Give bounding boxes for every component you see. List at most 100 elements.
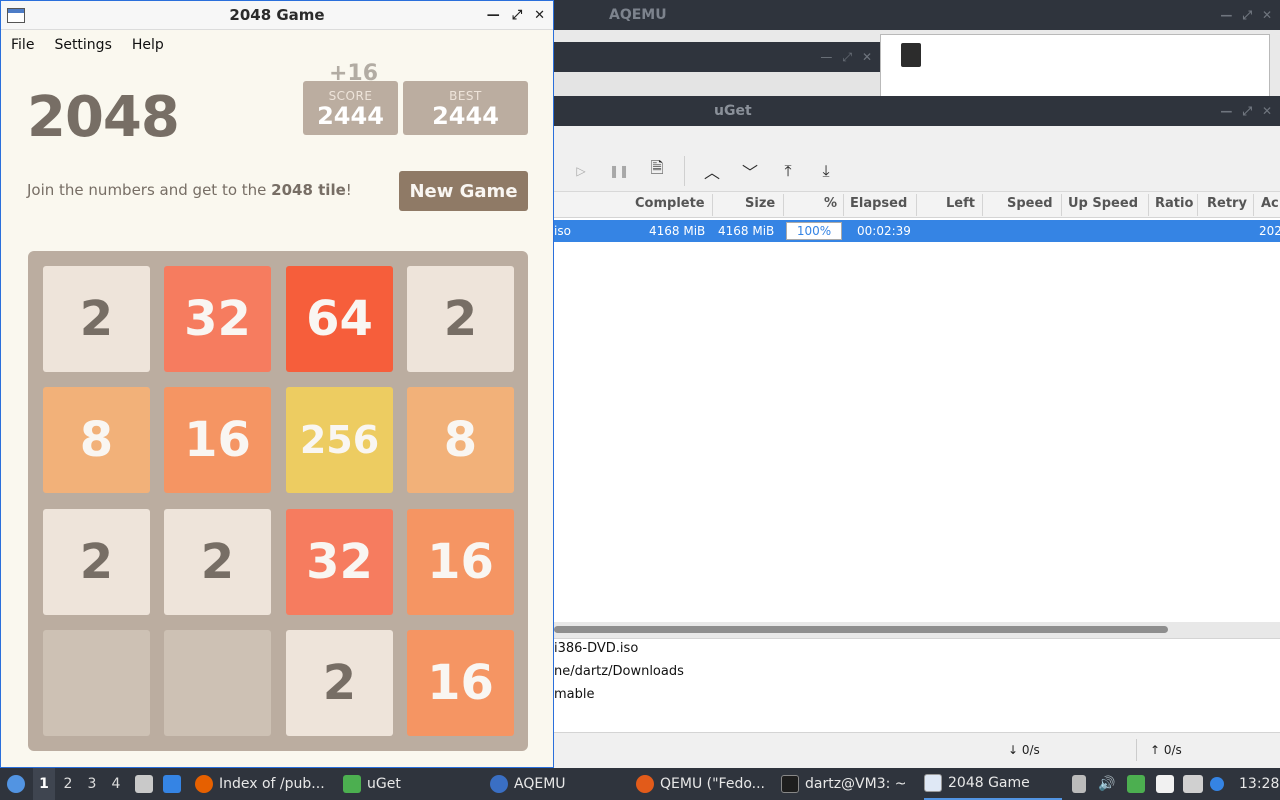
tray-uget[interactable] — [1127, 768, 1145, 800]
score-label: SCORE — [328, 89, 373, 103]
task-terminal-label: dartz@VM3: ~ — [805, 776, 907, 792]
tray-clipboard[interactable] — [1156, 768, 1174, 800]
minimize-icon[interactable]: — — [487, 8, 500, 23]
tile-2: 2 — [43, 509, 150, 615]
uget-titlebar[interactable]: uGet — ⤢ ✕ — [554, 96, 1280, 126]
uget-tray-icon — [1127, 775, 1145, 793]
move-up-icon[interactable]: ︿ — [697, 156, 727, 186]
minimize-icon[interactable]: — — [820, 50, 832, 64]
clock[interactable]: 13:28 — [1239, 768, 1279, 800]
tile-256: 256 — [286, 387, 393, 493]
close-icon[interactable]: ✕ — [1262, 8, 1272, 22]
tile-16: 16 — [407, 509, 514, 615]
workspace-2[interactable]: 2 — [57, 768, 79, 800]
upload-speed: ↑ 0/s — [1150, 743, 1182, 757]
column-percent[interactable]: % — [824, 196, 837, 211]
game-titlebar[interactable]: 2048 Game — ⤢ ✕ — [1, 1, 553, 30]
close-icon[interactable]: ✕ — [1262, 104, 1272, 118]
play-icon[interactable]: ▷ — [566, 156, 596, 186]
column-retry[interactable]: Retry — [1207, 196, 1247, 211]
download-details: i386-DVD.iso ne/dartz/Downloads mable — [554, 638, 1280, 730]
qemu-subwindow-titlebar[interactable]: — ⤢ ✕ — [554, 42, 880, 72]
task-uget-label: uGet — [367, 776, 401, 792]
tray-volume[interactable]: 🔊 — [1098, 768, 1115, 800]
workspace-1[interactable]: 1 — [33, 768, 55, 800]
maximize-icon[interactable]: ⤢ — [1242, 104, 1252, 119]
column-up-speed[interactable]: Up Speed — [1068, 196, 1138, 211]
task-qemu[interactable]: QEMU ("Fedo... — [636, 768, 765, 800]
menu-help[interactable]: Help — [132, 37, 164, 53]
column-speed[interactable]: Speed — [1007, 196, 1053, 211]
task-uget[interactable]: uGet — [343, 768, 401, 800]
best-value: 2444 — [432, 102, 499, 130]
workspace-3[interactable]: 3 — [81, 768, 103, 800]
start-menu-icon — [7, 775, 25, 793]
properties-icon[interactable]: 🗎 — [642, 156, 672, 186]
start-menu-button[interactable] — [4, 768, 28, 800]
move-top-icon[interactable]: ⤒ — [773, 156, 803, 186]
show-desktop-launcher[interactable] — [163, 768, 181, 800]
close-icon[interactable]: ✕ — [862, 50, 872, 64]
new-game-button[interactable]: New Game — [399, 171, 528, 211]
minimize-icon[interactable]: — — [1220, 104, 1232, 118]
tray-updates[interactable] — [1210, 768, 1224, 800]
column-size[interactable]: Size — [745, 196, 775, 211]
maximize-icon[interactable]: ⤢ — [1242, 8, 1252, 23]
task-aqemu-label: AQEMU — [514, 776, 566, 792]
task-2048-label: 2048 Game — [948, 775, 1030, 791]
tray-usb[interactable] — [1072, 768, 1086, 800]
game-logo: 2048 — [27, 85, 180, 150]
aqemu-titlebar[interactable]: AQEMU — ⤢ ✕ — [554, 0, 1280, 30]
task-aqemu[interactable]: AQEMU — [490, 768, 566, 800]
download-complete: 4168 MiB — [649, 224, 706, 238]
task-2048[interactable]: 2048 Game — [924, 768, 1062, 800]
best-label: BEST — [449, 89, 482, 103]
task-terminal[interactable]: dartz@VM3: ~ — [781, 768, 907, 800]
move-down-icon[interactable]: ﹀ — [735, 156, 765, 186]
window-app-icon — [7, 8, 25, 23]
detail-folder: ne/dartz/Downloads — [554, 664, 684, 679]
qemu-icon — [636, 775, 654, 793]
column-added[interactable]: Ac — [1261, 196, 1279, 211]
uget-window: uGet — ⤢ ✕ ▷ ❚❚ 🗎 ︿ ﹀ ⤒ ⤓ Complete Size … — [554, 96, 1280, 768]
network-icon — [1183, 775, 1203, 793]
aqemu-icon — [490, 775, 508, 793]
game-window: 2048 Game — ⤢ ✕ File Settings Help 2048 … — [0, 0, 554, 768]
tile-16: 16 — [407, 630, 514, 736]
column-left[interactable]: Left — [946, 196, 975, 211]
clipboard-icon — [1156, 775, 1174, 793]
horizontal-scrollbar[interactable] — [554, 622, 1280, 638]
task-qemu-label: QEMU ("Fedo... — [660, 776, 765, 792]
scrollbar-thumb[interactable] — [554, 626, 1168, 633]
column-ratio[interactable]: Ratio — [1155, 196, 1193, 211]
detail-resumable: mable — [554, 687, 595, 702]
download-name: iso — [554, 224, 571, 238]
menu-settings[interactable]: Settings — [54, 37, 111, 53]
download-list-header: Complete Size % Elapsed Left Speed Up Sp… — [554, 192, 1280, 218]
column-complete[interactable]: Complete — [635, 196, 705, 211]
tile-8: 8 — [43, 387, 150, 493]
uget-toolbar: ▷ ❚❚ 🗎 ︿ ﹀ ⤒ ⤓ — [554, 150, 1280, 192]
tile-16: 16 — [164, 387, 271, 493]
move-bottom-icon[interactable]: ⤓ — [811, 156, 841, 186]
tile-2: 2 — [407, 266, 514, 372]
workspace-4[interactable]: 4 — [105, 768, 127, 800]
tray-network[interactable] — [1183, 768, 1203, 800]
maximize-icon[interactable]: ⤢ — [512, 8, 522, 23]
aqemu-title: AQEMU — [609, 7, 667, 23]
download-row[interactable]: iso 4168 MiB 4168 MiB 100% 00:02:39 202 — [554, 220, 1280, 242]
maximize-icon[interactable]: ⤢ — [842, 50, 852, 65]
detail-filename: i386-DVD.iso — [554, 641, 639, 656]
column-elapsed[interactable]: Elapsed — [850, 196, 907, 211]
pause-icon[interactable]: ❚❚ — [604, 156, 634, 186]
task-firefox[interactable]: Index of /pub... — [195, 768, 325, 800]
file-manager-launcher[interactable] — [135, 768, 153, 800]
minimize-icon[interactable]: — — [1220, 8, 1232, 22]
tile-empty — [43, 630, 150, 736]
task-firefox-label: Index of /pub... — [219, 776, 325, 792]
game-board[interactable]: 2 32 64 2 8 16 256 8 2 2 32 16 2 16 — [28, 251, 528, 751]
game-intro: Join the numbers and get to the 2048 til… — [27, 181, 352, 199]
close-icon[interactable]: ✕ — [534, 8, 545, 23]
tile-32: 32 — [164, 266, 271, 372]
menu-file[interactable]: File — [11, 37, 34, 53]
